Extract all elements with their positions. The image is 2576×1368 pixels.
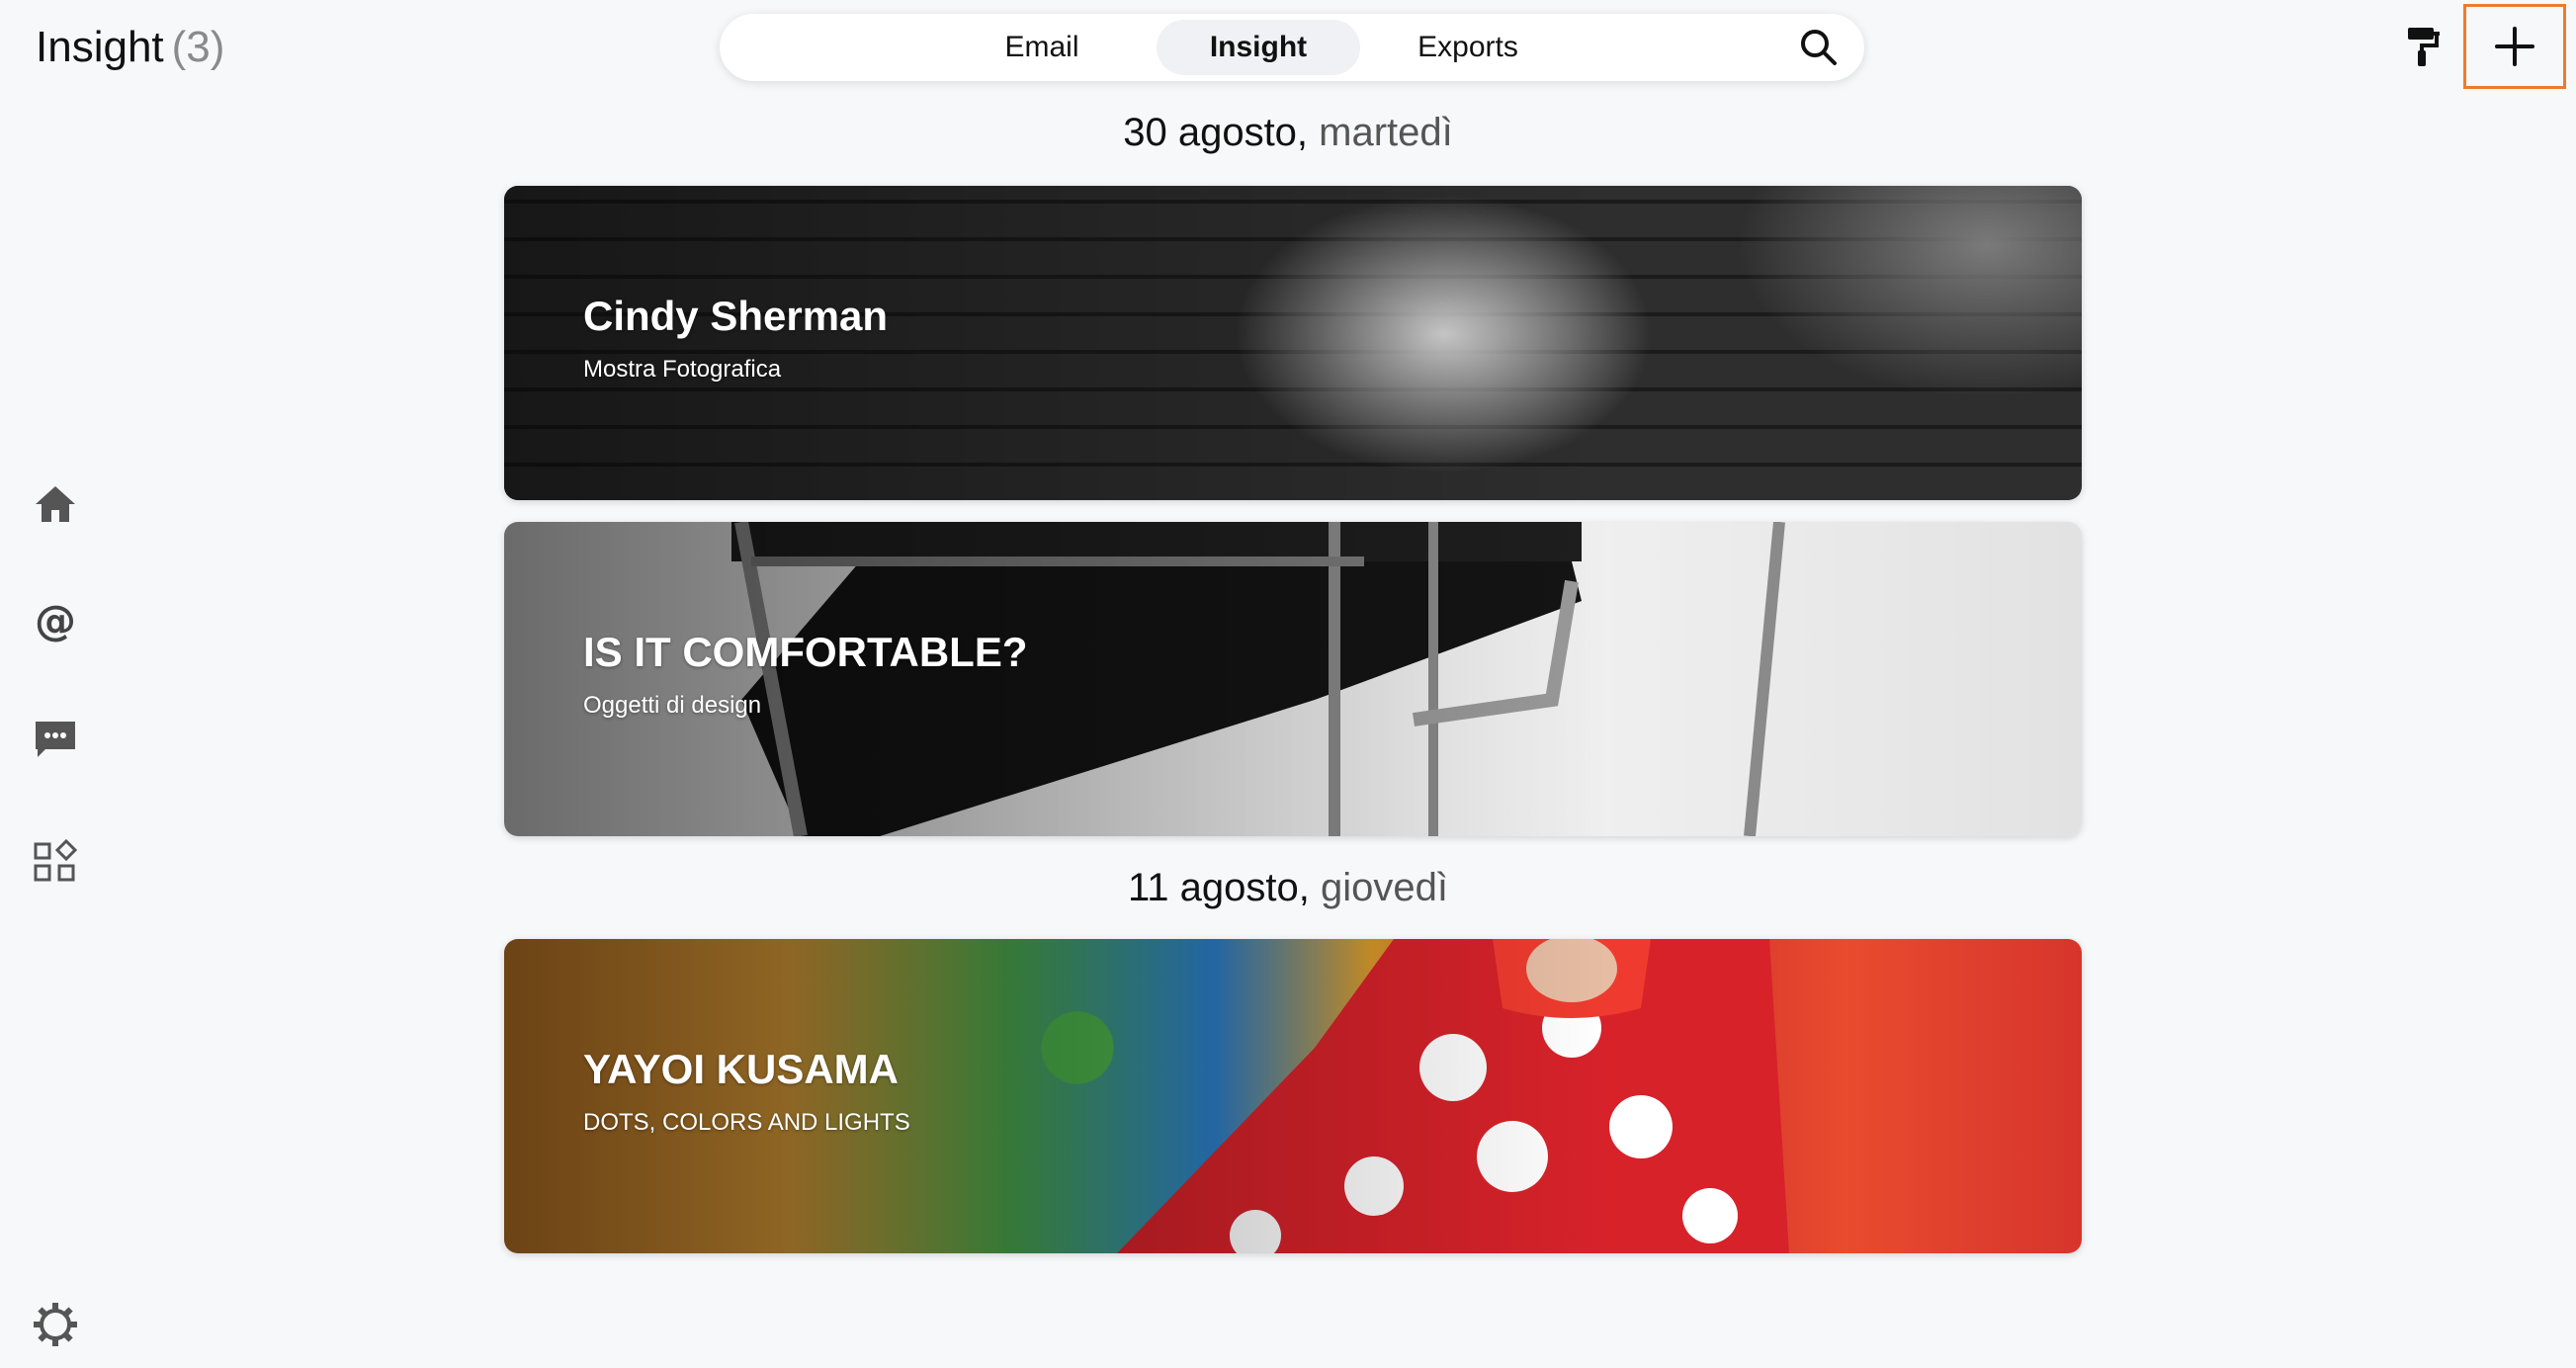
card-subtitle: Mostra Fotografica [583, 356, 782, 383]
day-separator: , [1296, 111, 1309, 154]
day-separator: , [1298, 866, 1310, 909]
insight-card[interactable]: IS IT COMFORTABLE? Oggetti di design [504, 522, 2082, 836]
day-header: 30 agosto, martedì [0, 111, 2576, 155]
day-weekday: giovedì [1309, 866, 1448, 909]
card-title: Cindy Sherman [583, 293, 889, 339]
tab-email[interactable]: Email [943, 20, 1141, 75]
insight-card[interactable]: Cindy Sherman Mostra Fotografica [504, 186, 2082, 500]
tab-exports[interactable]: Exports [1366, 20, 1570, 75]
card-title: YAYOI KUSAMA [583, 1046, 899, 1092]
page-title-text: Insight [36, 23, 164, 71]
day-weekday: martedì [1308, 111, 1453, 154]
day-date: 11 agosto [1128, 866, 1299, 909]
top-tab-bar: Email Insight Exports [720, 14, 1864, 81]
card-subtitle: Oggetti di design [583, 692, 762, 719]
insight-card[interactable]: YAYOI KUSAMA DOTS, COLORS AND LIGHTS [504, 939, 2082, 1253]
tab-insight[interactable]: Insight [1157, 20, 1360, 75]
page-title: Insight (3) [36, 18, 224, 77]
day-header: 11 agosto, giovedì [0, 866, 2576, 910]
at-sign-icon[interactable]: @ [32, 596, 79, 644]
app-root: Insight (3) Email Insight Exports @ 30 a… [0, 0, 2576, 1368]
svg-text:@: @ [35, 597, 76, 644]
page-title-count: (3) [171, 23, 225, 71]
search-icon[interactable] [1799, 28, 1839, 67]
plus-icon [2495, 27, 2534, 66]
add-button[interactable] [2463, 4, 2566, 89]
day-date: 30 agosto [1123, 111, 1297, 154]
card-subtitle: DOTS, COLORS AND LIGHTS [583, 1109, 910, 1136]
gear-icon[interactable] [32, 1301, 79, 1348]
paint-roller-icon[interactable] [2404, 24, 2444, 71]
home-icon[interactable] [32, 480, 79, 528]
chat-icon[interactable] [32, 716, 79, 763]
card-title: IS IT COMFORTABLE? [583, 629, 1028, 675]
